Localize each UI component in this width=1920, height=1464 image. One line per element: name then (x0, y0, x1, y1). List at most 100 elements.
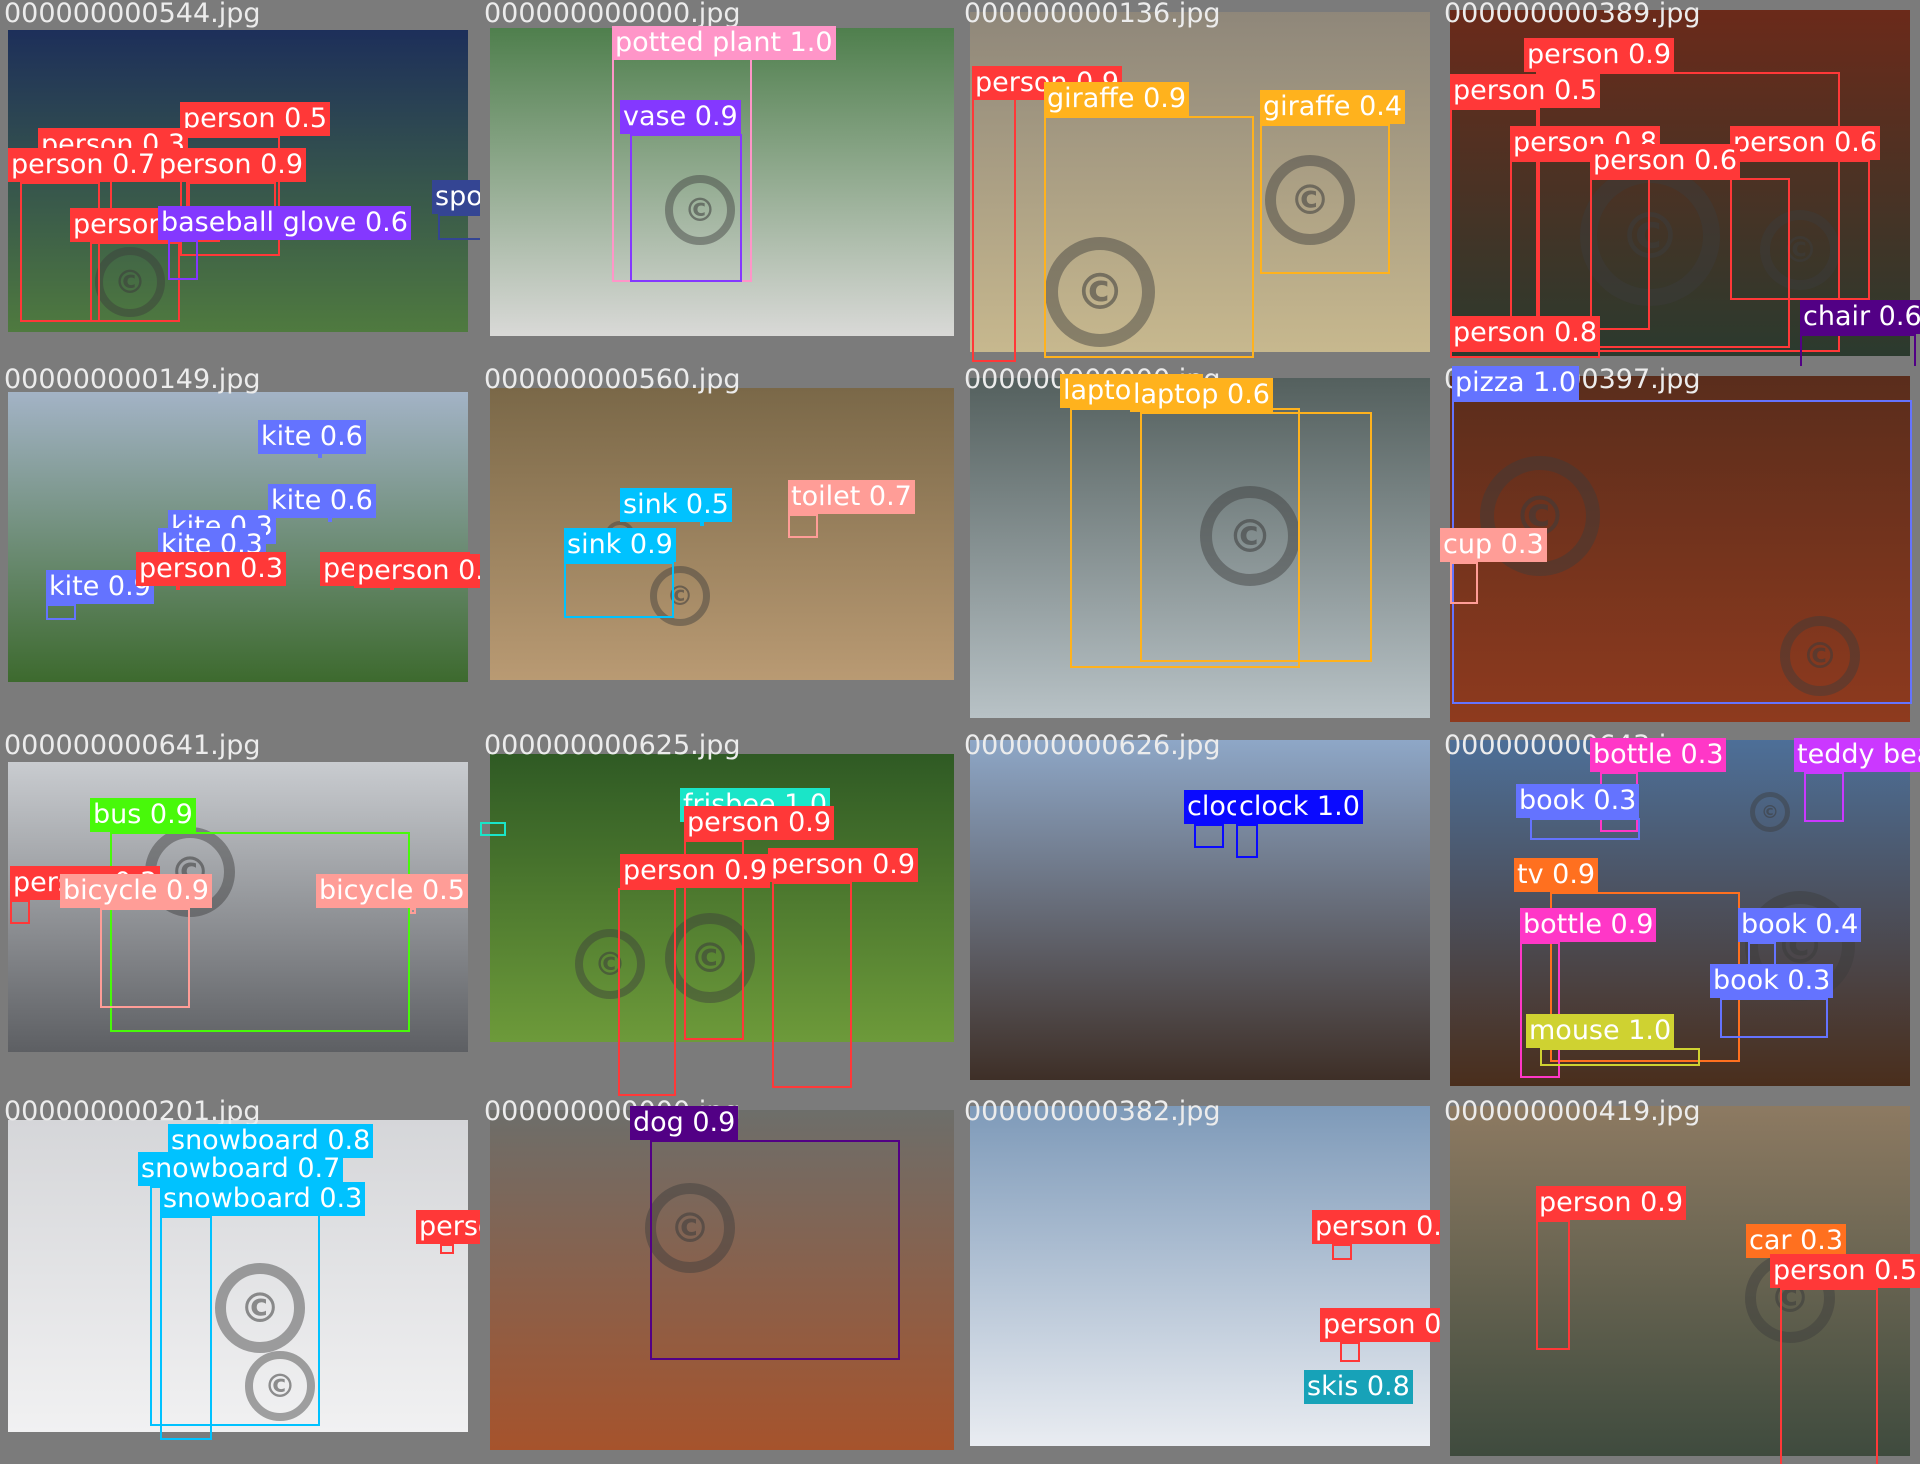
detection-label: person 0.37 (416, 1210, 480, 1244)
bounding-box (20, 182, 100, 322)
bounding-box (1140, 412, 1372, 662)
bounding-box (46, 604, 76, 620)
bounding-box (1804, 772, 1844, 822)
bounding-box (630, 134, 742, 282)
bounding-box (168, 240, 198, 280)
bounding-box (438, 214, 480, 240)
bounding-box (90, 242, 180, 322)
detection-label: kite 0.6 (268, 484, 376, 518)
image-tile: © 000000000000.jpg potted plant 1.0 vase 0.… (480, 0, 960, 366)
filename-label: 000000000149.jpg (4, 366, 261, 395)
bounding-box (1044, 116, 1254, 358)
detection-label: sports ball 0.5 (432, 180, 480, 214)
bounding-box (160, 1216, 212, 1440)
image-tile: ©©000000000397.jpgpizza 1.0cup 0.3 (1440, 366, 1920, 732)
detection-label: car 0.3 (1746, 1224, 1847, 1258)
image-tile: ©©000000000560.jpgsink 0.5toilet 0.7sink… (480, 366, 960, 732)
bounding-box (1540, 1048, 1700, 1066)
detection-label: kite 0.6 (258, 420, 366, 454)
detection-label: mouse 1.0 (1526, 1014, 1675, 1048)
detection-label: giraffe 0.4 (1260, 90, 1406, 124)
image-tile: © © 000000000389.jpg person 0.9 person 0.5 pe… (1440, 0, 1920, 366)
detection-label: tv 0.9 (1514, 858, 1599, 892)
detection-label: person 0.9 (1536, 1186, 1687, 1220)
bounding-box (176, 586, 180, 590)
image-tile: © 000000000544.jpg person 0.5 person 0.3 per… (0, 0, 480, 366)
detection-label: person 0.9 (156, 148, 307, 182)
bounding-box (1332, 1244, 1352, 1260)
detection-label: person 0.9 (684, 806, 835, 840)
detection-label: dog 0.9 (630, 1106, 739, 1140)
image-tile: ©©000000000643.jpgbottle 0.3teddy bearbo… (1440, 732, 1920, 1098)
detection-label: bicycle 0.9 (60, 874, 212, 908)
filename-label: 000000000389.jpg (1444, 0, 1701, 29)
detection-label: pizza 1.0 (1452, 366, 1580, 400)
detection-label: book 0.3 (1710, 964, 1834, 998)
detection-label: cup 0.3 (1440, 528, 1547, 562)
image-tile: © 000000000000.jpg dog 0.9 (480, 1098, 960, 1464)
detection-label: bicycle 0.5 (316, 874, 468, 908)
bounding-box (1236, 824, 1258, 858)
detection-label: clock 1.0 (1236, 790, 1363, 824)
detection-label: sink 0.5 (620, 488, 732, 522)
bounding-box (1800, 334, 1916, 366)
detection-label: person 0.8 (1450, 316, 1601, 350)
detection-label: baseball glove 0.6 (158, 206, 411, 240)
bounding-box (788, 514, 818, 538)
bounding-box (564, 562, 674, 618)
detection-label: person 0.7 (8, 148, 159, 182)
detection-label: person 0.5 (1450, 74, 1601, 108)
image-tile: 000000000149.jpg kite 0.6 kite 0.6 kite 0.3… (0, 366, 480, 732)
bounding-box (440, 1244, 454, 1254)
bounding-box (1260, 124, 1390, 274)
detection-label: person 0.5 (180, 102, 331, 136)
detection-label: chair 0.6 (1800, 300, 1920, 334)
detection-label: snowboard 0.3 (160, 1182, 366, 1216)
copyright-watermark-icon: © (1750, 792, 1790, 832)
bounding-box (1720, 998, 1828, 1038)
image-tile: ©000000000000.jpglaptop 0.6laptop 0.6 (960, 366, 1440, 732)
bounding-box (700, 522, 704, 526)
bounding-box (410, 908, 416, 914)
detection-label: potted plant 1.0 (612, 26, 836, 60)
filename-label: 000000000641.jpg (4, 732, 261, 761)
bounding-box (480, 822, 506, 836)
filename-label: 000000000136.jpg (964, 0, 1221, 29)
detection-label: bus 0.9 (90, 798, 196, 832)
detection-label: person 0.3 (136, 552, 287, 586)
bounding-box (972, 66, 1016, 362)
bounding-box (100, 908, 190, 1008)
detection-label: person 0.9 (1524, 38, 1675, 72)
detection-label: teddy bear (1794, 738, 1920, 772)
detection-label: person 0.6 (1730, 126, 1881, 160)
image-tile: ©©000000000136.jpgperson 0.9giraffe 0.9g… (960, 0, 1440, 366)
image-tile: © © 000000000625.jpg frisbee 1.0 person 0.9 p… (480, 732, 960, 1098)
detection-label: person 0.9 (620, 854, 771, 888)
detection-label: toilet 0.7 (788, 480, 915, 514)
image-tile: © 000000000419.jpg person 0.9 car 0.3 person… (1440, 1098, 1920, 1464)
detection-label: person 0.3 (354, 554, 480, 588)
detection-label: laptop 0.6 (1130, 378, 1273, 412)
detection-label: person 0.5 (1770, 1254, 1920, 1288)
detection-label: person 0.6 (1590, 144, 1741, 178)
detection-label: snowboard 0.7 (138, 1152, 344, 1186)
bounding-box (1194, 824, 1224, 848)
detection-label: person 0.9 (768, 848, 919, 882)
detection-label: vase 0.9 (620, 100, 741, 134)
detection-label: person 0.9 (1320, 1308, 1440, 1342)
bounding-box (650, 1140, 900, 1360)
bounding-box (772, 882, 852, 1088)
detection-label: bottle 0.3 (1590, 738, 1727, 772)
bounding-box (1450, 350, 1600, 358)
detection-label: giraffe 0.9 (1044, 82, 1190, 116)
filename-label: 000000000382.jpg (964, 1098, 1221, 1127)
detection-label: sink 0.9 (564, 528, 676, 562)
bounding-box (1590, 178, 1790, 348)
bounding-box (1536, 1220, 1570, 1350)
detection-label: person 0.4 (1312, 1210, 1440, 1244)
filename-label: 000000000625.jpg (484, 732, 741, 761)
detection-label: book 0.3 (1516, 784, 1640, 818)
detection-label: skis 0.8 (1304, 1370, 1413, 1404)
image-tile: © © 000000000201.jpg snowboard 0.8 snowboard… (0, 1098, 480, 1464)
image-tile: 000000000382.jpg person 0.4 person 0.9 skis… (960, 1098, 1440, 1464)
